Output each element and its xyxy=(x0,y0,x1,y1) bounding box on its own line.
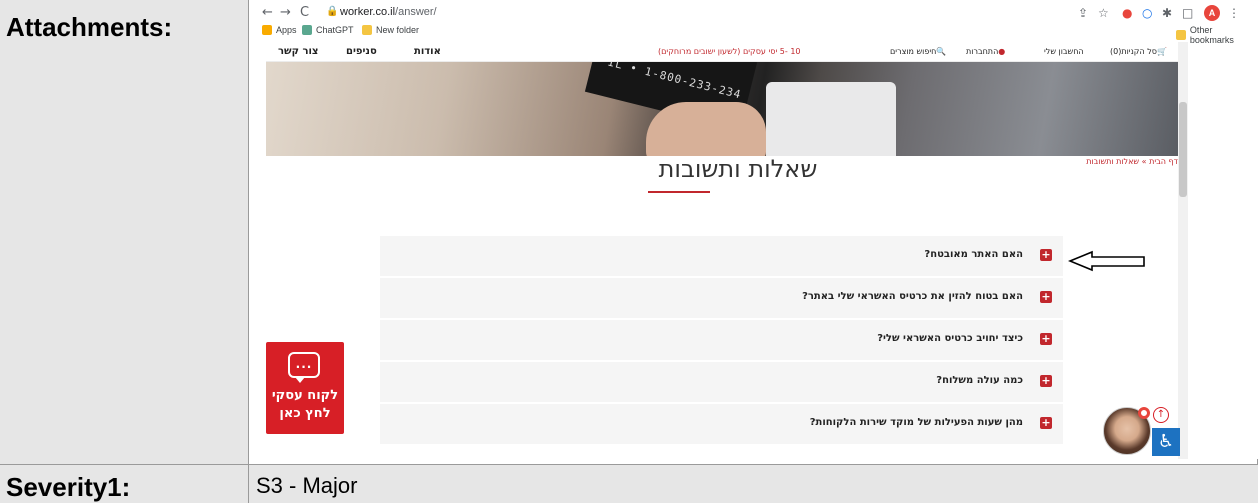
title-underline xyxy=(648,191,710,193)
chat-bubble-icon: ... xyxy=(288,352,320,383)
severity-row: Severity1: S3 - Major xyxy=(0,464,1258,503)
bookmark-new-folder[interactable]: New folder xyxy=(362,25,419,35)
folder-icon xyxy=(1176,30,1186,40)
faq-item[interactable]: האם בטוח להזין את כרטיס האשראי שלי באתר?… xyxy=(380,278,1063,318)
user-icon: ● xyxy=(998,47,1006,56)
chatgpt-icon xyxy=(302,25,312,35)
address-bar[interactable]: worker.co.il/answer/ xyxy=(340,6,437,18)
extension-badge-icon[interactable]: ● xyxy=(1122,6,1132,20)
hero-banner: IL • 1-800-233-234 xyxy=(266,62,1178,156)
severity-label-cell: Severity1: xyxy=(0,465,249,503)
plus-icon[interactable]: + xyxy=(1040,291,1052,303)
search-icon: 🔍 xyxy=(936,47,947,56)
url-domain: worker.co.il xyxy=(340,6,396,18)
extension-icons: ⇪ ☆ ● ○ ✱ □ A ⋮ xyxy=(1058,3,1258,25)
business-customer-button[interactable]: ... לקוח עסקי לחץ כאן xyxy=(266,342,344,434)
forward-button[interactable]: → xyxy=(280,5,291,20)
nav-promo: 10 -5 יסי עסקים (לשעון ישובים מרוחקים) xyxy=(658,47,801,56)
accessibility-icon[interactable]: ♿ xyxy=(1152,428,1180,456)
menu-kebab-icon[interactable]: ⋮ xyxy=(1228,6,1240,20)
severity-label: Severity1: xyxy=(6,472,131,502)
hero-sleeve xyxy=(766,82,896,156)
bookmarks-bar: Apps ChatGPT New folder Other bookmarks xyxy=(258,24,1258,45)
other-bookmarks[interactable]: Other bookmarks xyxy=(1176,25,1258,45)
scrollbar-thumb[interactable] xyxy=(1179,102,1187,197)
nav-branches[interactable]: סניפים xyxy=(346,46,377,57)
faq-question: האם האתר מאובטח? xyxy=(924,249,1023,260)
faq-item[interactable]: האם האתר מאובטח? + xyxy=(380,236,1063,276)
nav-contact[interactable]: צור קשר xyxy=(278,46,318,57)
annotation-arrow-icon xyxy=(1068,250,1145,272)
breadcrumb[interactable]: דף הבית » שאלות ותשובות xyxy=(992,157,1178,166)
bookmark-apps[interactable]: Apps xyxy=(262,25,297,35)
faq-item[interactable]: כיצד יחויב כרטיס האשראי שלי? + xyxy=(380,320,1063,360)
faq-question: כמה עולה משלוח? xyxy=(936,375,1023,386)
lock-icon: 🔒 xyxy=(326,6,339,17)
sidepanel-icon[interactable]: □ xyxy=(1182,6,1193,20)
bookmark-chatgpt[interactable]: ChatGPT xyxy=(302,25,354,35)
severity-value: S3 - Major xyxy=(256,473,358,498)
chat-notification-badge xyxy=(1138,407,1150,419)
back-button[interactable]: ← xyxy=(262,5,273,20)
folder-icon xyxy=(362,25,372,35)
business-line-2: לחץ כאן xyxy=(279,406,331,421)
faq-question: האם בטוח להזין את כרטיס האשראי שלי באתר? xyxy=(802,291,1023,302)
nav-search[interactable]: 🔍חיפוש מוצרים xyxy=(890,47,946,56)
hero-hand xyxy=(646,102,766,156)
faq-item[interactable]: מהן שעות הפעילות של מוקד שירות הלקוחות? … xyxy=(380,404,1063,444)
url-path: /answer/ xyxy=(395,6,437,18)
attachments-label-cell: Attachments: xyxy=(0,0,249,464)
nav-login[interactable]: ●התחברות xyxy=(966,47,1005,56)
plus-icon[interactable]: + xyxy=(1040,417,1052,429)
plus-icon[interactable]: + xyxy=(1040,375,1052,387)
plus-icon[interactable]: + xyxy=(1040,333,1052,345)
apps-grid-icon xyxy=(262,25,272,35)
nav-account[interactable]: החשבון שלי xyxy=(1044,47,1084,56)
puzzle-icon[interactable]: ✱ xyxy=(1162,6,1172,20)
attached-screenshot: ← → C 🔒 worker.co.il/answer/ ⇪ ☆ ● ○ ✱ □… xyxy=(258,0,1258,459)
faq-question: כיצד יחויב כרטיס האשראי שלי? xyxy=(877,333,1023,344)
star-icon[interactable]: ☆ xyxy=(1098,6,1109,20)
circle-extension-icon[interactable]: ○ xyxy=(1142,6,1152,20)
page-scrollbar[interactable] xyxy=(1178,42,1188,459)
profile-avatar[interactable]: A xyxy=(1204,5,1220,21)
attachments-label: Attachments: xyxy=(6,12,173,42)
nav-about[interactable]: אודות xyxy=(414,46,441,57)
faq-question: מהן שעות הפעילות של מוקד שירות הלקוחות? xyxy=(809,417,1023,428)
scroll-to-top-button[interactable]: ↑ xyxy=(1153,407,1169,423)
plus-icon[interactable]: + xyxy=(1040,249,1052,261)
cart-icon: 🛒 xyxy=(1156,47,1167,56)
share-icon[interactable]: ⇪ xyxy=(1078,6,1088,20)
nav-cart[interactable]: 🛒סל הקניות(0) xyxy=(1110,47,1167,56)
page-title: שאלות ותשובות xyxy=(658,155,818,183)
faq-item[interactable]: כמה עולה משלוח? + xyxy=(380,362,1063,402)
business-line-1: לקוח עסקי xyxy=(271,388,339,403)
reload-button[interactable]: C xyxy=(300,5,309,20)
site-navigation: צור קשר סניפים אודות 10 -5 יסי עסקים (לש… xyxy=(266,42,1178,62)
